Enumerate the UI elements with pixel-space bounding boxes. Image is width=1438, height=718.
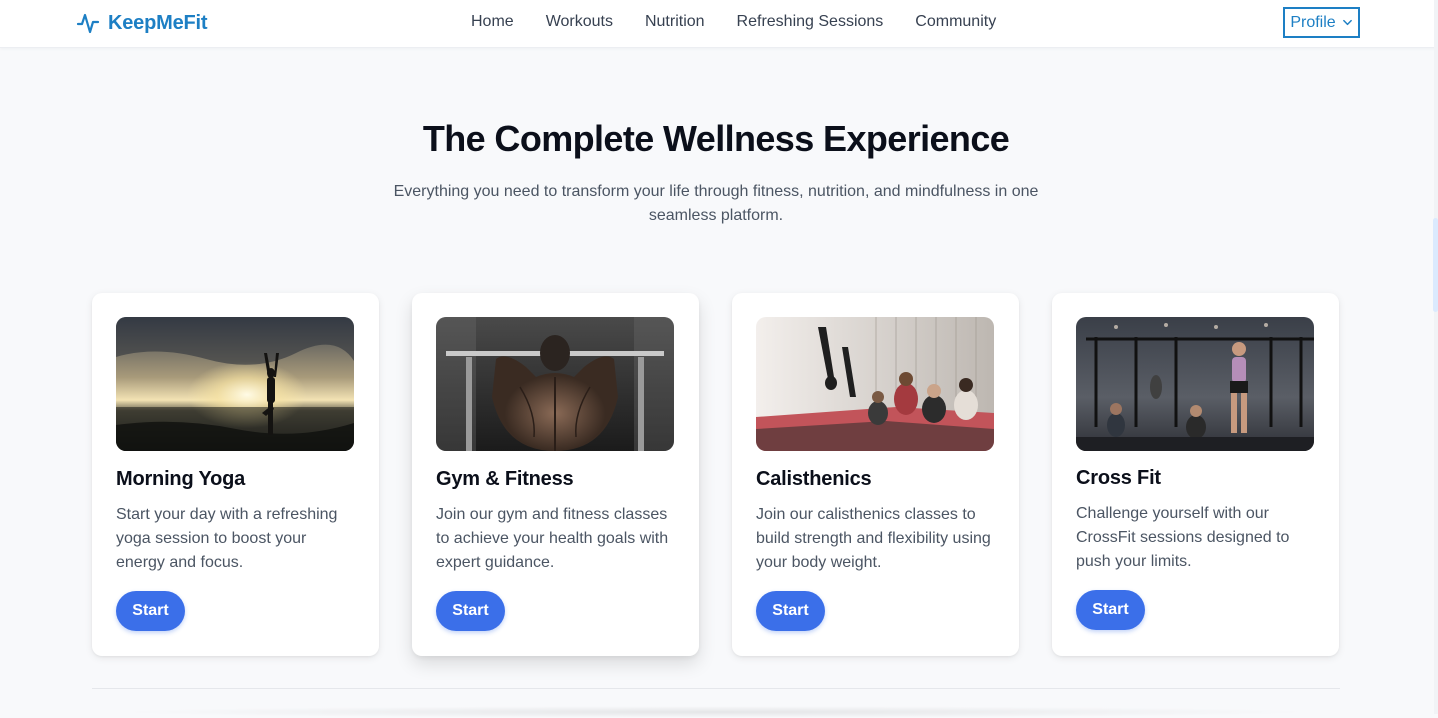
start-button-calisthenics[interactable]: Start xyxy=(756,591,825,631)
nav-home[interactable]: Home xyxy=(455,13,530,31)
card-title: Calisthenics xyxy=(756,468,872,490)
nav-workouts[interactable]: Workouts xyxy=(530,13,629,31)
nav-community[interactable]: Community xyxy=(899,13,1012,31)
crossfit-gym-photo xyxy=(1076,317,1314,451)
next-section-shadow xyxy=(110,706,1320,718)
card-calisthenics: Calisthenics Join our calisthenics class… xyxy=(732,293,1019,656)
brand-logo-link[interactable]: KeepMeFit xyxy=(76,9,208,37)
card-morning-yoga: Morning Yoga Start your day with a refre… xyxy=(92,293,379,656)
calisthenics-class-photo xyxy=(756,317,994,451)
card-gym-fitness: Gym & Fitness Join our gym and fitness c… xyxy=(412,293,699,656)
pulse-icon xyxy=(76,13,100,34)
start-button-gym-fitness[interactable]: Start xyxy=(436,591,505,631)
section-divider xyxy=(92,688,1340,689)
yoga-at-sunset-photo xyxy=(116,317,354,451)
card-description: Join our calisthenics classes to build s… xyxy=(756,506,991,571)
card-description: Start your day with a refreshing yoga se… xyxy=(116,506,338,571)
card-description: Join our gym and fitness classes to achi… xyxy=(436,506,669,571)
card-title: Gym & Fitness xyxy=(436,468,574,490)
start-button-morning-yoga[interactable]: Start xyxy=(116,591,185,631)
nav-nutrition[interactable]: Nutrition xyxy=(629,13,721,31)
page-subtitle: Everything you need to transform your li… xyxy=(393,183,1039,224)
scrollbar-thumb[interactable] xyxy=(1433,218,1438,312)
card-title: Morning Yoga xyxy=(116,468,246,490)
brand-name: KeepMeFit xyxy=(108,11,208,34)
top-navbar: KeepMeFit Home Workouts Nutrition Refres… xyxy=(0,0,1438,48)
card-title: Cross Fit xyxy=(1076,467,1161,489)
card-description: Challenge yourself with our CrossFit ses… xyxy=(1076,505,1290,570)
scrollbar-track[interactable] xyxy=(1434,0,1438,714)
card-cross-fit: Cross Fit Challenge yourself with our Cr… xyxy=(1052,293,1339,656)
chevron-down-icon xyxy=(1342,19,1352,26)
page-title: The Complete Wellness Experience xyxy=(422,118,1010,159)
main-nav: Home Workouts Nutrition Refreshing Sessi… xyxy=(455,0,1012,44)
gym-back-workout-photo xyxy=(436,317,674,451)
start-button-cross-fit[interactable]: Start xyxy=(1076,590,1145,630)
nav-refreshing-sessions[interactable]: Refreshing Sessions xyxy=(721,13,900,31)
profile-dropdown-button[interactable]: Profile xyxy=(1283,7,1360,38)
profile-label: Profile xyxy=(1290,13,1336,31)
